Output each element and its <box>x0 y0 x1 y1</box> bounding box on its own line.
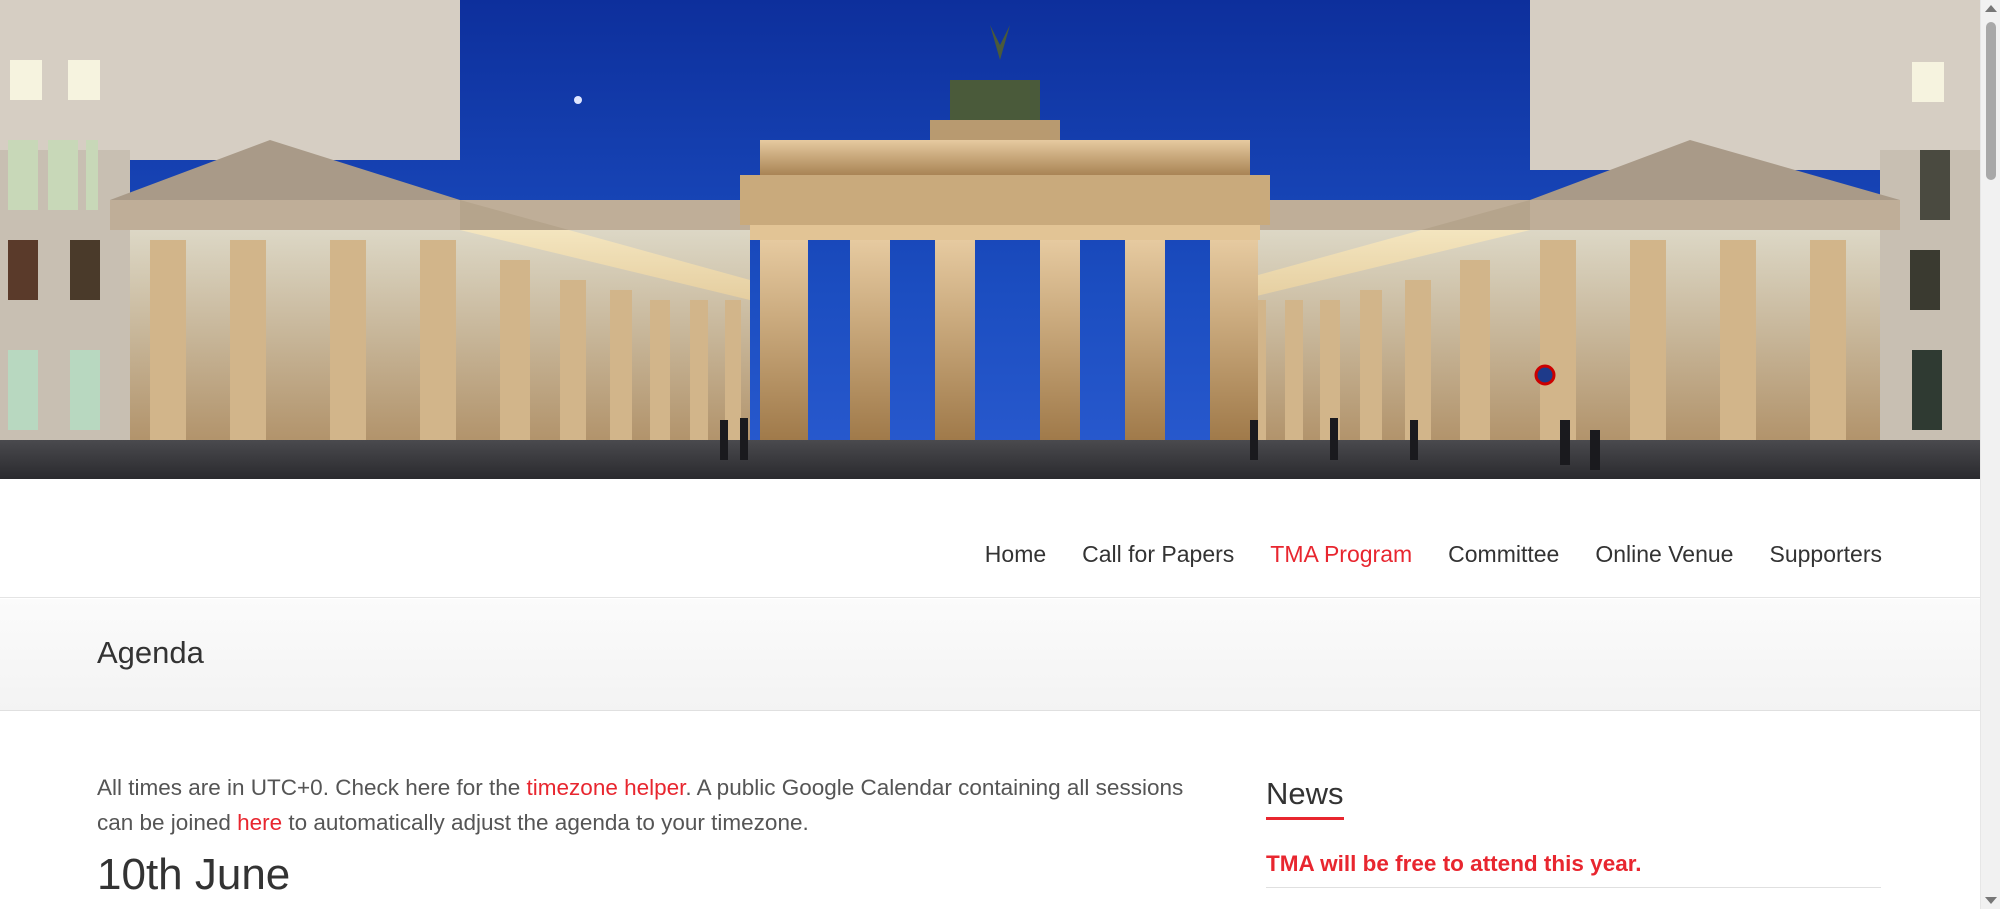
scroll-up-arrow-icon[interactable] <box>1985 5 1997 12</box>
nav-item-online-venue[interactable]: Online Venue <box>1577 541 1751 568</box>
day-heading: 10th June <box>97 850 291 899</box>
page-title-band: Agenda <box>0 599 1980 711</box>
timezone-helper-link[interactable]: timezone helper <box>527 775 686 800</box>
scrollbar-thumb[interactable] <box>1986 22 1996 180</box>
news-heading: News <box>1266 776 1344 820</box>
intro-paragraph: All times are in UTC+0. Check here for t… <box>97 770 1197 840</box>
nav-item-home[interactable]: Home <box>967 541 1064 568</box>
nav-item-supporters[interactable]: Supporters <box>1751 541 1882 568</box>
nav-item-committee[interactable]: Committee <box>1430 541 1577 568</box>
vertical-scrollbar[interactable] <box>1980 0 2000 909</box>
brandenburg-gate-image <box>0 0 1980 479</box>
scroll-down-arrow-icon[interactable] <box>1985 897 1997 904</box>
nav-item-call-for-papers[interactable]: Call for Papers <box>1064 541 1252 568</box>
main-content: All times are in UTC+0. Check here for t… <box>97 770 1197 900</box>
news-sidebar: News TMA will be free to attend this yea… <box>1266 776 1881 888</box>
page-title: Agenda <box>97 635 204 670</box>
news-item-link[interactable]: TMA will be free to attend this year. <box>1266 851 1881 888</box>
page: Home Call for Papers TMA Program Committ… <box>0 0 1980 909</box>
intro-text-3: to automatically adjust the agenda to yo… <box>282 810 809 835</box>
calendar-here-link[interactable]: here <box>237 810 282 835</box>
main-navigation: Home Call for Papers TMA Program Committ… <box>0 479 1980 598</box>
intro-text-1: All times are in UTC+0. Check here for t… <box>97 775 527 800</box>
nav-item-tma-program[interactable]: TMA Program <box>1252 541 1430 568</box>
hero-banner <box>0 0 1980 479</box>
nav-menu: Home Call for Papers TMA Program Committ… <box>967 541 1882 568</box>
